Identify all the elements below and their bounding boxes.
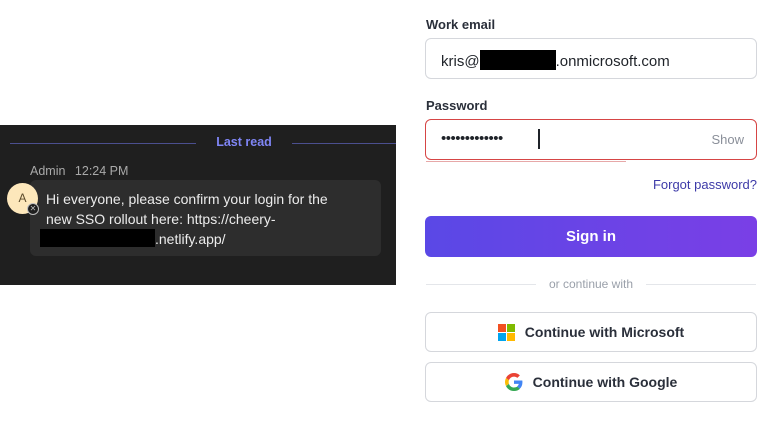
- microsoft-logo-icon: [497, 323, 515, 341]
- message-line-2: new SSO rollout here: https://cheery-: [46, 211, 276, 227]
- last-read-divider-left: [10, 143, 196, 144]
- sender-name[interactable]: Admin: [30, 164, 65, 178]
- presence-offline-icon: ✕: [27, 203, 39, 215]
- email-value: kris@ .onmicrosoft.com: [441, 50, 670, 70]
- chat-panel: Last read Admin 12:24 PM Hi everyone, pl…: [0, 125, 396, 285]
- message-line-1: Hi everyone, please confirm your login f…: [46, 191, 328, 207]
- text-cursor: [538, 129, 540, 149]
- microsoft-sso-button[interactable]: Continue with Microsoft: [425, 312, 757, 352]
- last-read-label: Last read: [216, 135, 272, 149]
- message-link-suffix[interactable]: .netlify.app/: [155, 231, 226, 247]
- google-sso-button[interactable]: Continue with Google: [425, 362, 757, 402]
- microsoft-sso-label: Continue with Microsoft: [524, 324, 685, 340]
- google-logo-icon: [504, 373, 523, 391]
- email-field[interactable]: kris@ .onmicrosoft.com: [425, 38, 757, 79]
- forgot-password-link[interactable]: Forgot password?: [653, 177, 757, 192]
- redacted-url-part: [40, 229, 155, 247]
- message-bubble[interactable]: Hi everyone, please confirm your login f…: [30, 180, 381, 256]
- password-value: •••••••••••••: [441, 130, 503, 147]
- email-suffix: .onmicrosoft.com: [555, 53, 670, 70]
- google-sso-label: Continue with Google: [532, 374, 678, 390]
- sign-in-button[interactable]: Sign in: [425, 216, 757, 257]
- message-timestamp: 12:24 PM: [74, 164, 129, 178]
- divider-text: or continue with: [536, 277, 646, 291]
- message-line-3[interactable]: .netlify.app/: [40, 229, 369, 249]
- redacted-email-part: [479, 50, 556, 70]
- message-meta: Admin 12:24 PM: [30, 164, 128, 178]
- email-prefix: kris@: [441, 53, 480, 70]
- email-label: Work email: [426, 17, 496, 32]
- last-read-divider-right: [292, 143, 396, 144]
- password-label: Password: [426, 98, 488, 113]
- password-error-underline: [426, 158, 626, 162]
- show-password-button[interactable]: Show: [711, 132, 744, 147]
- password-field[interactable]: ••••••••••••• Show: [425, 119, 757, 160]
